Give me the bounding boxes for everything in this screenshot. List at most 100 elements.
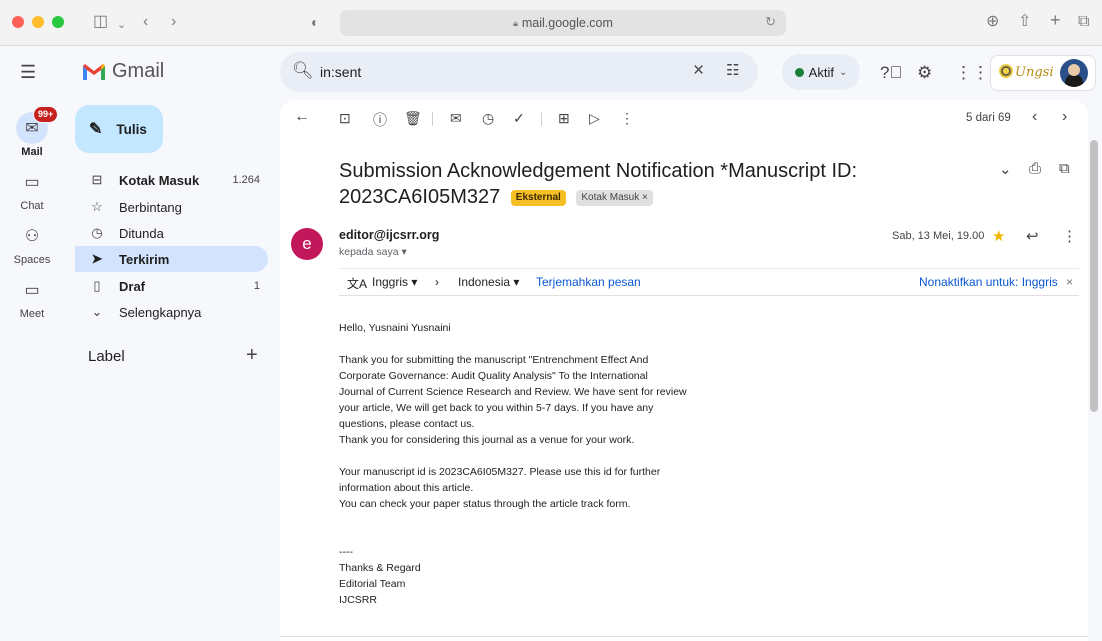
inbox-label-chip[interactable]: Kotak Masuk ×	[576, 190, 653, 206]
rail-item-spaces[interactable]: ⚇ Spaces	[0, 220, 64, 266]
translate-message-link[interactable]: Terjemahkan pesan	[536, 275, 641, 289]
add-task-icon[interactable]: ✓	[513, 110, 525, 127]
message-subject: Submission Acknowledgement Notification …	[339, 158, 859, 210]
add-label-icon[interactable]: +	[246, 344, 258, 367]
gmail-header: ☰ Gmail 🔍︎ in:sent × ☷ Aktif ⌄ ?⃝ ⚙ ⋮⋮⋮ …	[0, 46, 1102, 100]
organization-logo: Ungsi	[999, 62, 1061, 84]
compose-button[interactable]: ✎ Tulis	[75, 105, 163, 153]
gmail-wordmark: Gmail	[112, 60, 165, 82]
sender-email[interactable]: editor@ijcsrr.org	[339, 228, 439, 242]
video-camera-icon: ▭	[24, 282, 40, 299]
reply-icon[interactable]: ↩	[1026, 227, 1039, 245]
tab-overview-icon[interactable]: ⧉	[1078, 12, 1089, 32]
help-icon[interactable]: ?⃝	[880, 63, 902, 83]
sidebar-toggle-icon[interactable]: ◫	[93, 12, 108, 32]
back-arrow-icon[interactable]: ←	[294, 108, 310, 126]
rail-item-mail[interactable]: ✉ 99+ Mail	[0, 106, 64, 158]
delete-icon[interactable]: 🗑︎	[404, 110, 422, 127]
chevron-down-icon[interactable]: ⌄	[117, 15, 126, 35]
lock-icon: 🔒︎	[513, 17, 518, 28]
more-options-icon[interactable]: ⋮	[620, 110, 634, 127]
toolbar-divider	[432, 112, 433, 126]
search-input[interactable]: in:sent	[320, 64, 361, 80]
minimize-window-button[interactable]	[32, 16, 44, 28]
account-avatar[interactable]	[1060, 59, 1088, 87]
download-icon[interactable]: ⊕	[986, 12, 999, 32]
nav-item-snoozed[interactable]: ◷ Ditunda	[75, 220, 268, 246]
star-icon: ☆	[91, 199, 103, 214]
search-options-icon[interactable]: ☷	[726, 61, 739, 79]
window-controls	[12, 16, 64, 28]
labels-heading: Label	[88, 348, 125, 365]
recipient-details[interactable]: kepada saya ▾	[339, 246, 407, 258]
star-icon[interactable]: ★	[992, 227, 1005, 245]
sender-avatar: e	[291, 228, 323, 260]
nav-item-count: 1.264	[232, 174, 260, 186]
rail-label: Chat	[20, 200, 44, 212]
expand-all-icon[interactable]: ⌄	[999, 160, 1012, 178]
body-line: Journal of Current Science Research and …	[339, 386, 687, 398]
address-bar[interactable]: 🔒︎ mail.google.com ↻	[340, 10, 786, 36]
body-line: your article, We will get back to you wi…	[339, 402, 654, 414]
print-icon[interactable]: ⎙	[1029, 160, 1041, 177]
disable-translation-link[interactable]: Nonaktifkan untuk: Inggris	[919, 275, 1058, 289]
send-icon: ➤	[91, 251, 103, 266]
reload-icon[interactable]: ↻	[765, 14, 776, 30]
clear-search-icon[interactable]: ×	[693, 60, 704, 82]
search-bar[interactable]: 🔍︎ in:sent × ☷	[280, 52, 758, 92]
chevron-right-icon: ›	[435, 275, 439, 289]
label-icon[interactable]: ▷	[589, 110, 600, 127]
app-rail: ✉ 99+ Mail ▭ Chat ⚇ Spaces ▭ Meet	[0, 100, 64, 641]
target-language-select[interactable]: Indonesia ▾	[458, 275, 519, 289]
draft-file-icon: ▯	[93, 278, 101, 293]
chat-icon: ▭	[24, 174, 40, 191]
rail-label: Spaces	[13, 254, 51, 266]
rail-item-chat[interactable]: ▭ Chat	[0, 166, 64, 212]
forward-icon[interactable]: ›	[171, 12, 176, 32]
back-icon[interactable]: ‹	[143, 12, 148, 32]
search-icon[interactable]: 🔍︎	[292, 61, 314, 81]
inbox-icon: ⊟	[91, 172, 103, 187]
new-tab-icon[interactable]: +	[1050, 10, 1061, 30]
unread-badge: 99+	[33, 106, 59, 123]
nav-item-sent[interactable]: ➤ Terkirim	[75, 246, 268, 272]
close-translate-icon[interactable]: ×	[1066, 275, 1073, 289]
move-to-icon[interactable]: ⊞	[558, 110, 570, 127]
account-area[interactable]: Ungsi	[990, 55, 1096, 91]
newer-chevron-icon[interactable]: ‹	[1032, 108, 1037, 126]
source-language-select[interactable]: Inggris ▾	[372, 275, 417, 289]
main-menu-icon[interactable]: ☰	[20, 62, 36, 83]
status-selector[interactable]: Aktif ⌄	[782, 54, 860, 90]
nav-item-label: Selengkapnya	[119, 304, 202, 320]
rail-label: Mail	[21, 146, 43, 158]
mark-unread-icon[interactable]: ✉	[450, 110, 462, 127]
zoom-window-button[interactable]	[52, 16, 64, 28]
body-line: information about this article.	[339, 482, 474, 494]
privacy-shield-icon[interactable]: ◐	[311, 12, 319, 32]
archive-icon[interactable]: ⊡	[339, 110, 351, 127]
body-line: Thank you for considering this journal a…	[339, 434, 635, 446]
report-spam-icon[interactable]: ⓘ	[373, 110, 387, 130]
scrollbar[interactable]	[1090, 140, 1098, 412]
nav-item-inbox[interactable]: ⊟ Kotak Masuk 1.264	[75, 167, 268, 193]
chevron-down-icon: ⌄	[838, 66, 848, 78]
snooze-icon[interactable]: ◷	[482, 110, 494, 127]
nav-item-more[interactable]: ⌄ Selengkapnya	[75, 299, 268, 325]
nav-item-starred[interactable]: ☆ Berbintang	[75, 194, 268, 220]
rail-item-meet[interactable]: ▭ Meet	[0, 274, 64, 320]
open-in-new-window-icon[interactable]: ⧉	[1059, 160, 1070, 177]
rail-label: Meet	[19, 308, 45, 320]
share-icon[interactable]: ⇧	[1018, 12, 1031, 32]
message-body: Hello, Yusnaini Yusnaini Thank you for s…	[339, 320, 719, 624]
more-actions-icon[interactable]: ⋮	[1062, 227, 1077, 245]
gmail-logo[interactable]: Gmail	[82, 60, 164, 83]
older-chevron-icon[interactable]: ›	[1062, 108, 1067, 126]
nav-item-drafts[interactable]: ▯ Draf 1	[75, 273, 268, 299]
signature-line: ----	[339, 546, 353, 558]
close-window-button[interactable]	[12, 16, 24, 28]
settings-gear-icon[interactable]: ⚙	[917, 63, 932, 83]
translate-bar: 文A Inggris ▾ › Indonesia ▾ Terjemahkan p…	[339, 268, 1079, 296]
toolbar-divider	[541, 112, 542, 126]
nav-item-label: Terkirim	[119, 251, 170, 267]
browser-toolbar: ◫ ⌄ ‹ › ◐ 🔒︎ mail.google.com ↻ ⊕ ⇧ + ⧉	[0, 0, 1102, 46]
